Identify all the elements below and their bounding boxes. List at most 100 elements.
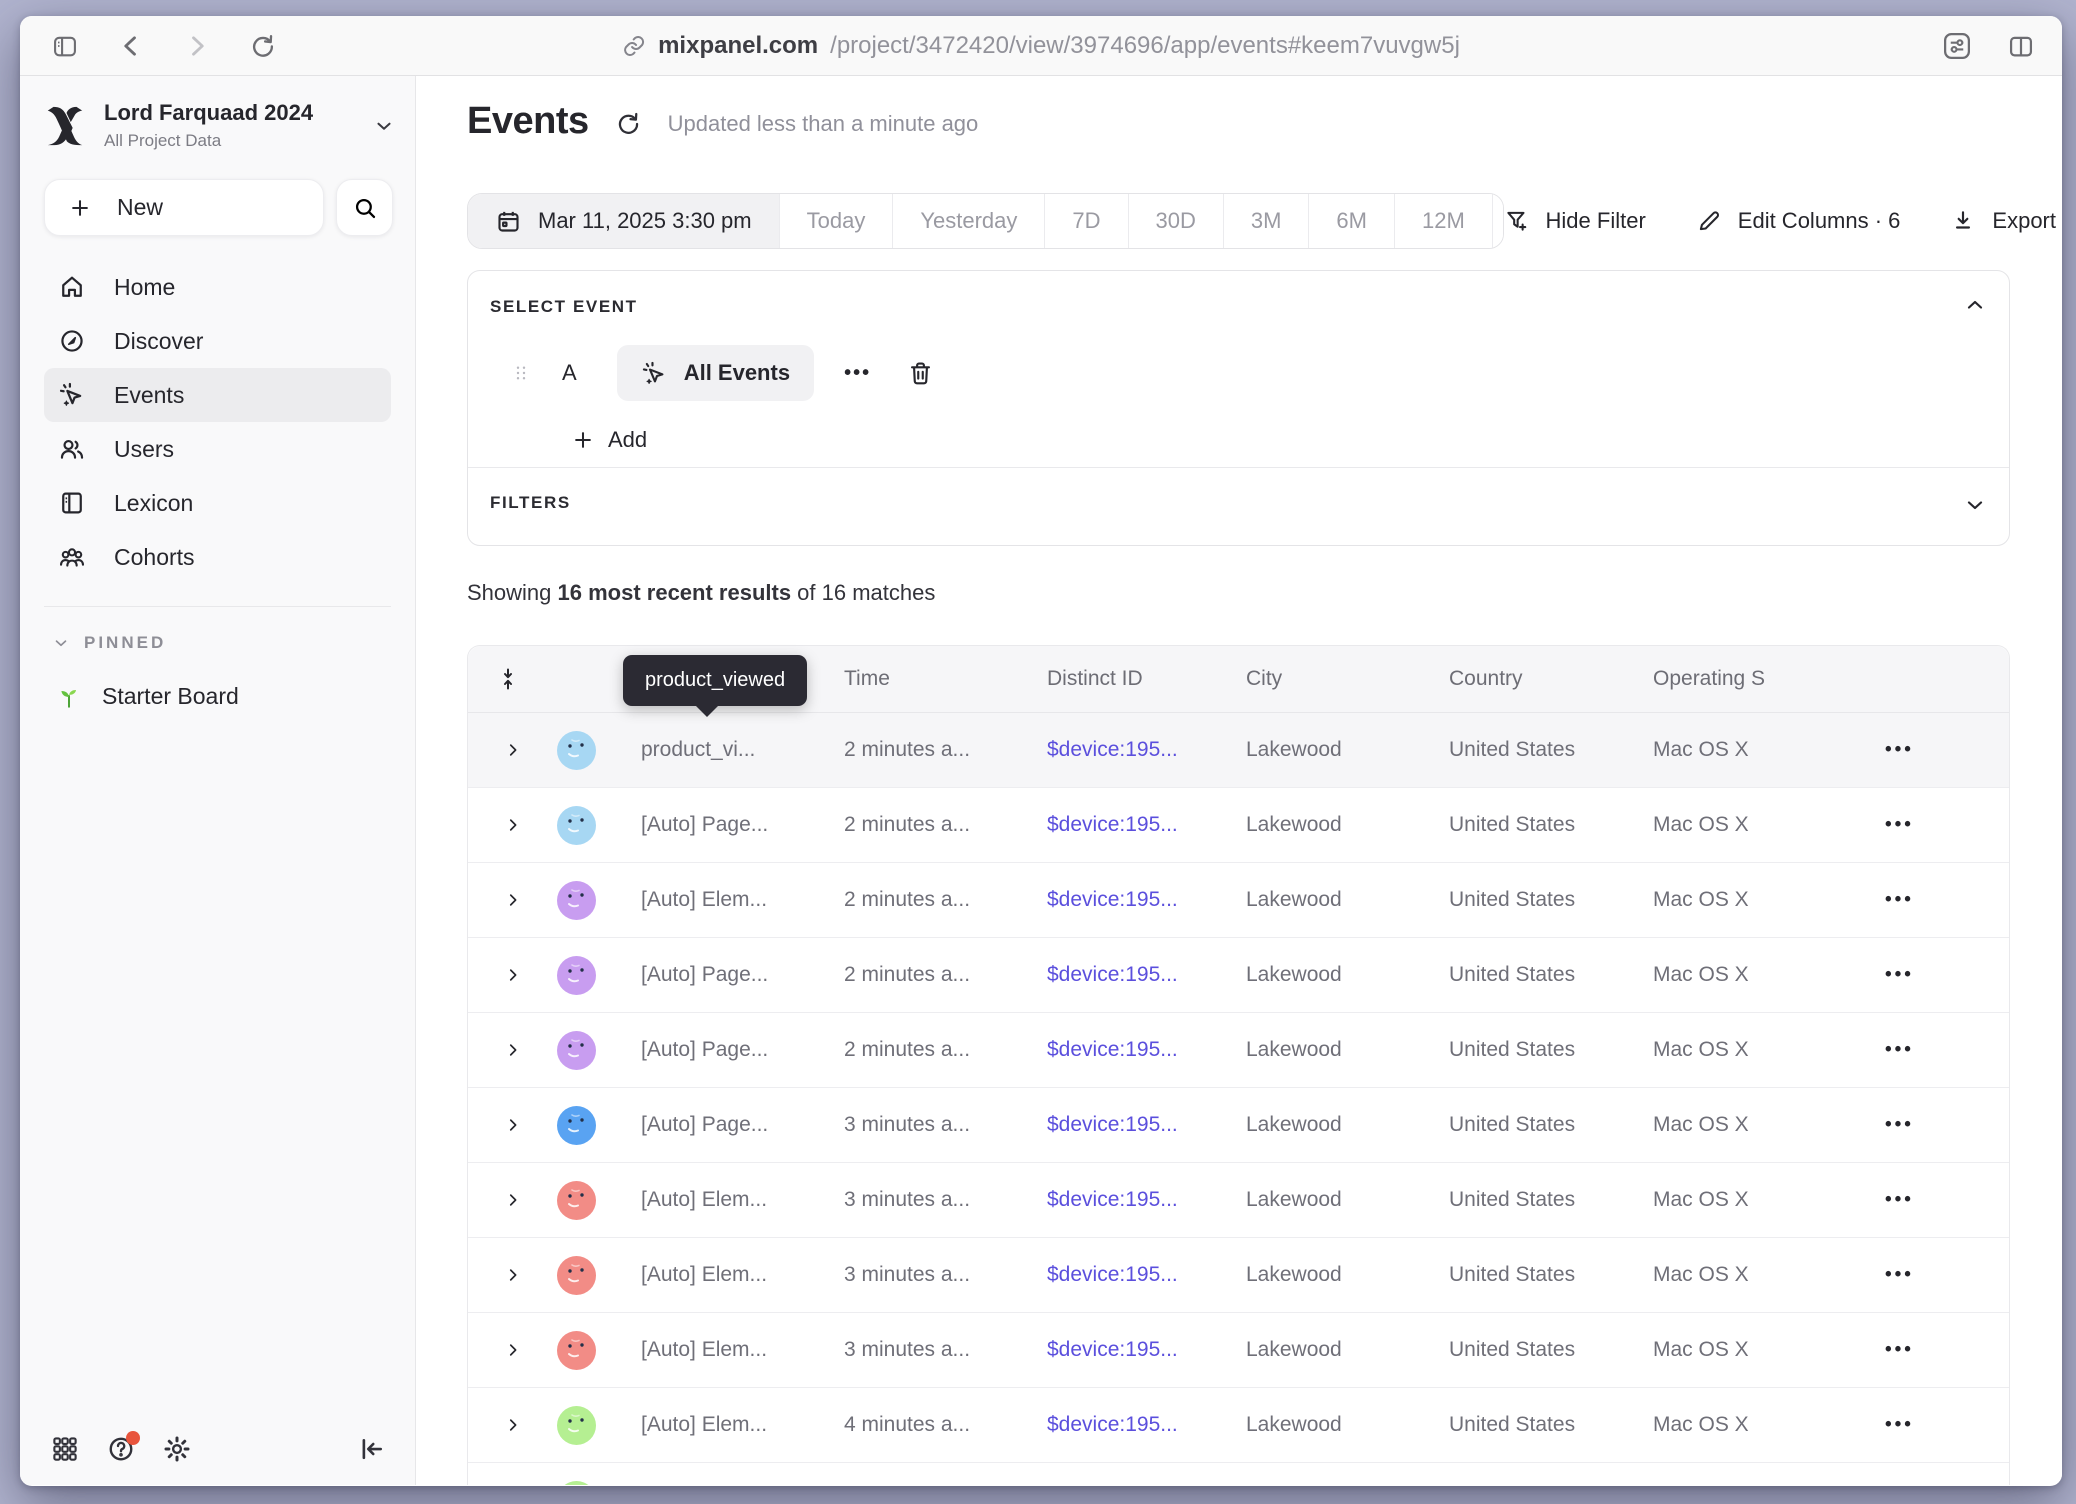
col-operating-system[interactable]: Operating S: [1653, 667, 1863, 691]
table-row[interactable]: [Auto] Elem... 3 minutes a... $device:19…: [468, 1163, 2009, 1238]
drag-handle-icon[interactable]: [512, 358, 530, 388]
chevron-down-icon[interactable]: [373, 115, 395, 137]
sidebar-item-home[interactable]: Home: [44, 260, 391, 314]
col-time[interactable]: Time: [844, 667, 1047, 691]
apps-grid-icon[interactable]: [50, 1434, 80, 1464]
row-menu-button[interactable]: •••: [1863, 1189, 1914, 1211]
sidebar-item-cohorts[interactable]: Cohorts: [44, 530, 391, 584]
row-menu-button[interactable]: •••: [1863, 739, 1914, 761]
help-icon[interactable]: [106, 1434, 136, 1464]
sidebar-toggle-icon[interactable]: [50, 31, 80, 61]
expand-row-icon[interactable]: [504, 1041, 522, 1059]
cell-distinct-id[interactable]: $device:195...: [1047, 1263, 1246, 1287]
avatar: [557, 1181, 596, 1220]
date-range-option[interactable]: 30D: [1129, 194, 1224, 248]
date-range-option[interactable]: Yesterday: [893, 194, 1045, 248]
expand-filters-icon[interactable]: [1963, 493, 1987, 517]
export-button[interactable]: Export: [1950, 208, 2056, 234]
trash-icon[interactable]: [907, 360, 934, 387]
cell-time: 3 minutes a...: [844, 1188, 1047, 1212]
expand-row-icon[interactable]: [504, 1116, 522, 1134]
sidebar-item-starter-board[interactable]: Starter Board: [56, 683, 391, 710]
sidebar-item-discover[interactable]: Discover: [44, 314, 391, 368]
row-menu-button[interactable]: •••: [1863, 1264, 1914, 1286]
date-picker-button[interactable]: Mar 11, 2025 3:30 pm: [468, 194, 780, 248]
back-icon[interactable]: [116, 31, 146, 61]
date-range-option[interactable]: Today: [780, 194, 894, 248]
table-row[interactable]: [Auto] Elem... 4 minutes a... $device:19…: [468, 1388, 2009, 1463]
event-selector-pill[interactable]: All Events: [617, 345, 814, 401]
cell-event-name: [Auto] Elem...: [641, 888, 844, 912]
table-row[interactable]: [468, 1463, 2009, 1485]
sidebar-item-lexicon[interactable]: Lexicon: [44, 476, 391, 530]
table-row[interactable]: [Auto] Page... 2 minutes a... $device:19…: [468, 1013, 2009, 1088]
new-button[interactable]: New: [44, 179, 324, 236]
page-title: Events: [467, 100, 589, 143]
event-more-button[interactable]: •••: [844, 362, 871, 385]
search-button[interactable]: [336, 179, 393, 236]
table-row[interactable]: [Auto] Elem... 2 minutes a... $device:19…: [468, 863, 2009, 938]
edit-columns-button[interactable]: Edit Columns · 6: [1696, 208, 1901, 234]
pinned-label: PINNED: [84, 633, 166, 653]
cell-country: United States: [1449, 1113, 1653, 1137]
expand-row-icon[interactable]: [504, 1191, 522, 1209]
settings-gear-icon[interactable]: [162, 1434, 192, 1464]
expand-row-icon[interactable]: [504, 741, 522, 759]
row-menu-button[interactable]: •••: [1863, 1039, 1914, 1061]
expand-row-icon[interactable]: [504, 1341, 522, 1359]
add-event-button[interactable]: Add: [572, 427, 647, 453]
date-range-option[interactable]: 7D: [1045, 194, 1128, 248]
sidebar-item-users[interactable]: Users: [44, 422, 391, 476]
cell-distinct-id[interactable]: $device:195...: [1047, 738, 1246, 762]
table-row[interactable]: [Auto] Page... 3 minutes a... $device:19…: [468, 1088, 2009, 1163]
date-range-option[interactable]: 6M: [1309, 194, 1395, 248]
table-row[interactable]: [Auto] Page... 2 minutes a... $device:19…: [468, 788, 2009, 863]
cell-distinct-id[interactable]: $device:195...: [1047, 1188, 1246, 1212]
collapse-rows-icon[interactable]: [496, 664, 520, 694]
row-menu-button[interactable]: •••: [1863, 964, 1914, 986]
expand-row-icon[interactable]: [504, 966, 522, 984]
row-menu-button[interactable]: •••: [1863, 814, 1914, 836]
row-menu-button[interactable]: •••: [1863, 889, 1914, 911]
hide-filter-button[interactable]: Hide Filter: [1504, 208, 1646, 234]
expand-row-icon[interactable]: [504, 1266, 522, 1284]
link-icon: [622, 34, 646, 58]
sidebar-item-events[interactable]: Events: [44, 368, 391, 422]
cell-distinct-id[interactable]: $device:195...: [1047, 813, 1246, 837]
cell-operating-system: Mac OS X: [1653, 1113, 1863, 1137]
table-row[interactable]: [Auto] Elem... 3 minutes a... $device:19…: [468, 1313, 2009, 1388]
address-bar[interactable]: mixpanel.com/project/3472420/view/397469…: [622, 16, 1460, 76]
avatar: [557, 1031, 596, 1070]
pinned-section-toggle[interactable]: PINNED: [52, 633, 391, 653]
cell-distinct-id[interactable]: $device:195...: [1047, 888, 1246, 912]
expand-row-icon[interactable]: [504, 891, 522, 909]
collapse-sidebar-icon[interactable]: [357, 1434, 387, 1464]
cell-distinct-id[interactable]: $device:195...: [1047, 1038, 1246, 1062]
cell-distinct-id[interactable]: $device:195...: [1047, 1413, 1246, 1437]
date-range-option[interactable]: 3M: [1224, 194, 1310, 248]
col-city[interactable]: City: [1246, 667, 1449, 691]
col-country[interactable]: Country: [1449, 667, 1653, 691]
row-menu-button[interactable]: •••: [1863, 1114, 1914, 1136]
refresh-icon[interactable]: [615, 110, 642, 137]
row-menu-button[interactable]: •••: [1863, 1414, 1914, 1436]
col-distinct-id[interactable]: Distinct ID: [1047, 667, 1246, 691]
table-row[interactable]: [Auto] Page... 2 minutes a... $device:19…: [468, 938, 2009, 1013]
collapse-section-icon[interactable]: [1963, 293, 1987, 317]
split-view-icon[interactable]: [2006, 31, 2036, 61]
cell-time: 2 minutes a...: [844, 738, 1047, 762]
cell-distinct-id[interactable]: $device:195...: [1047, 1113, 1246, 1137]
expand-row-icon[interactable]: [504, 1416, 522, 1434]
expand-row-icon[interactable]: [504, 816, 522, 834]
table-row[interactable]: [Auto] Elem... 3 minutes a... $device:19…: [468, 1238, 2009, 1313]
table-row[interactable]: product_vi... 2 minutes a... $device:195…: [468, 713, 2009, 788]
reload-icon[interactable]: [248, 31, 278, 61]
date-range-option[interactable]: 12M: [1395, 194, 1493, 248]
project-switcher[interactable]: Lord Farquaad 2024 All Project Data: [20, 76, 415, 161]
cell-distinct-id[interactable]: $device:195...: [1047, 963, 1246, 987]
date-range-option[interactable]: XTD: [1493, 194, 1504, 248]
row-menu-button[interactable]: •••: [1863, 1339, 1914, 1361]
query-builder-card: SELECT EVENT A All Events ••• Add: [467, 270, 2010, 546]
cell-distinct-id[interactable]: $device:195...: [1047, 1338, 1246, 1362]
page-settings-icon[interactable]: [1942, 31, 1972, 61]
